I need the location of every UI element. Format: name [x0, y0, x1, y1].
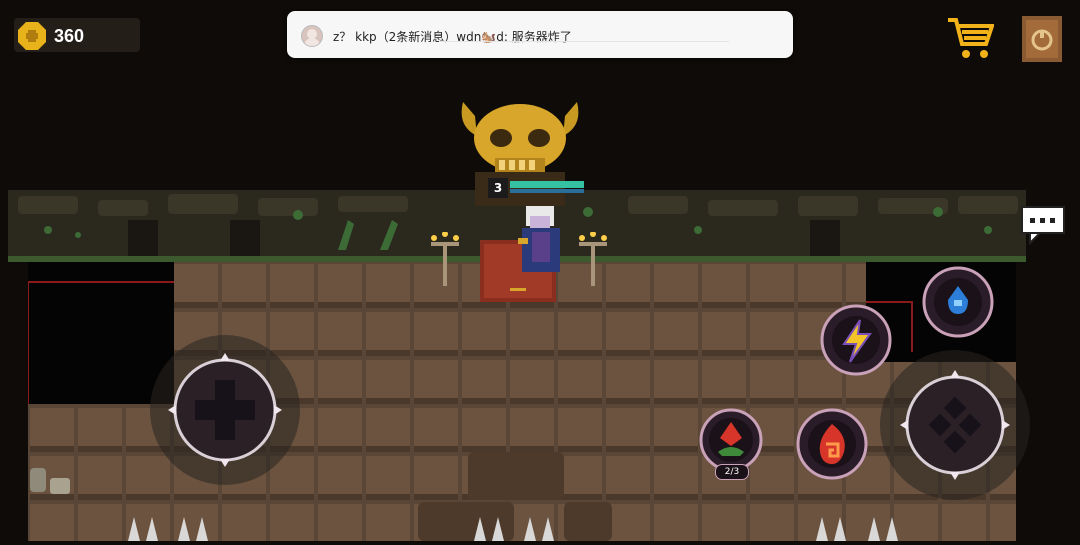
lightning-icon: [820, 304, 892, 376]
journal-book-icon: [1022, 16, 1062, 62]
player-mana-bar: [510, 189, 584, 193]
chat-button[interactable]: [1020, 205, 1066, 246]
attack-rune-icon: [900, 370, 1010, 480]
fire-skill-button[interactable]: [796, 408, 868, 480]
notification-message: z？ kkp（2条新消息）wdn🐿️d: 服务器炸了: [333, 30, 572, 44]
floor-pots: [26, 464, 74, 500]
player-status: 3: [488, 178, 588, 198]
shop-cart-button[interactable]: [946, 14, 995, 62]
coin-icon: [16, 20, 48, 52]
player-health-bar: [510, 181, 584, 188]
water-skill-button[interactable]: [922, 266, 994, 338]
coin-count: 360: [54, 26, 85, 46]
candelabra-right: [576, 231, 610, 288]
chat-notification[interactable]: z？ kkp（2条新消息）wdn🐿️d: 服务器炸了: [287, 11, 793, 58]
candelabra-left: [428, 231, 462, 288]
water-drop-icon: [922, 266, 994, 338]
shopping-cart-icon: [948, 18, 995, 58]
player-level-badge: 3: [488, 178, 508, 198]
chat-bubble-icon: [1021, 206, 1065, 246]
potion-plant-icon: [699, 408, 763, 472]
sender-avatar: [301, 25, 323, 47]
player-character[interactable]: [514, 204, 568, 276]
fire-rune-icon: [796, 408, 868, 480]
notification-divider: [439, 41, 729, 42]
potion-skill-button[interactable]: 2/3: [696, 408, 766, 480]
potion-count: 2/3: [715, 464, 749, 480]
attack-joystick[interactable]: [880, 350, 1030, 500]
journal-button[interactable]: [1018, 14, 1066, 64]
movement-joystick[interactable]: [150, 335, 300, 485]
lightning-skill-button[interactable]: [820, 304, 892, 376]
dpad-icon: [168, 353, 282, 467]
